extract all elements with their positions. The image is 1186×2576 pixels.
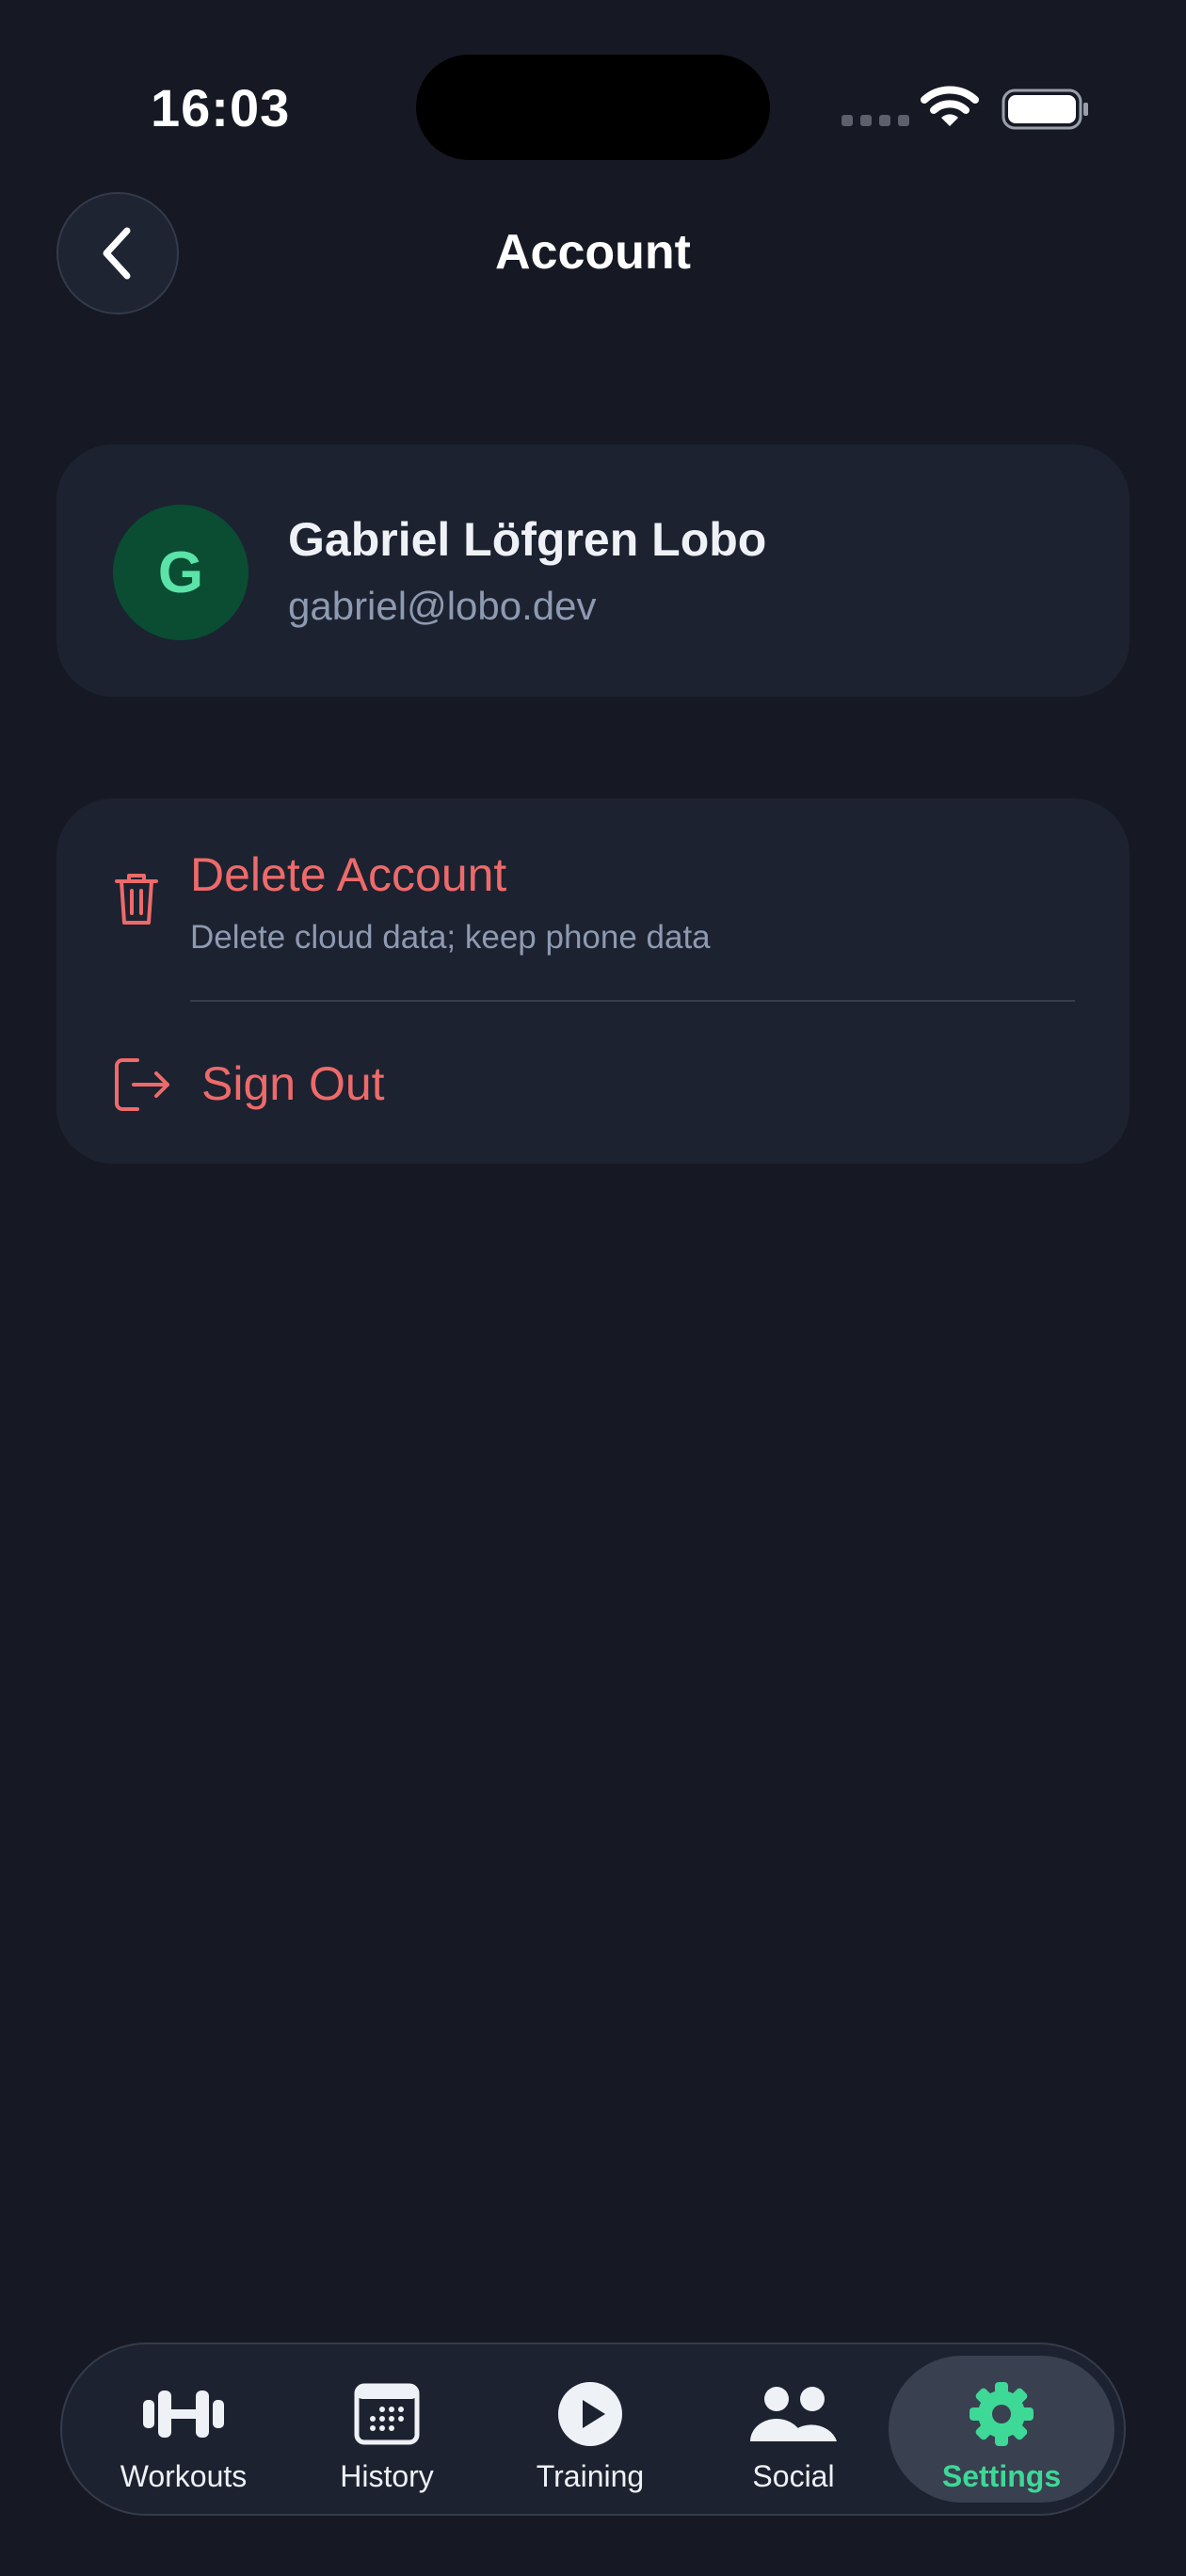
sign-out-label: Sign Out xyxy=(201,1057,385,1110)
play-icon xyxy=(558,2382,622,2446)
tab-social-label: Social xyxy=(752,2459,835,2493)
tab-workouts[interactable]: Workouts xyxy=(85,2344,282,2514)
sign-out-button[interactable]: Sign Out xyxy=(56,1002,1130,1164)
tab-training-label: Training xyxy=(536,2459,645,2493)
trash-icon xyxy=(115,874,158,925)
calendar-icon xyxy=(354,2383,420,2445)
profile-card: G Gabriel Löfgren Lobo gabriel@lobo.dev xyxy=(56,444,1130,697)
tab-training[interactable]: Training xyxy=(491,2344,689,2514)
gear-icon xyxy=(970,2382,1034,2446)
tab-history[interactable]: History xyxy=(288,2344,486,2514)
tab-history-label: History xyxy=(340,2459,434,2493)
tab-bar: Workouts History Training Social Setting… xyxy=(60,2343,1126,2516)
tab-workouts-label: Workouts xyxy=(120,2459,248,2493)
cellular-signal-icon xyxy=(841,115,909,126)
people-icon xyxy=(750,2387,837,2441)
user-email: gabriel@lobo.dev xyxy=(288,584,597,628)
tab-social[interactable]: Social xyxy=(695,2344,892,2514)
delete-account-subtitle: Delete cloud data; keep phone data xyxy=(190,919,711,956)
tab-settings[interactable]: Settings xyxy=(889,2356,1114,2503)
dumbbell-icon xyxy=(143,2391,224,2438)
avatar: G xyxy=(113,505,248,640)
delete-account-label: Delete Account xyxy=(190,848,507,901)
page-title: Account xyxy=(495,225,691,280)
dynamic-island xyxy=(416,55,770,160)
user-name: Gabriel Löfgren Lobo xyxy=(288,513,767,566)
status-bar: 16:03 xyxy=(0,0,1186,179)
wifi-icon xyxy=(921,86,979,126)
status-time: 16:03 xyxy=(151,78,291,137)
battery-icon xyxy=(1002,89,1088,130)
delete-account-button[interactable]: Delete Account Delete cloud data; keep p… xyxy=(56,798,1130,1002)
sign-out-icon xyxy=(115,1058,169,1111)
account-actions-card: Delete Account Delete cloud data; keep p… xyxy=(56,798,1130,1164)
tab-settings-label: Settings xyxy=(941,2459,1062,2493)
